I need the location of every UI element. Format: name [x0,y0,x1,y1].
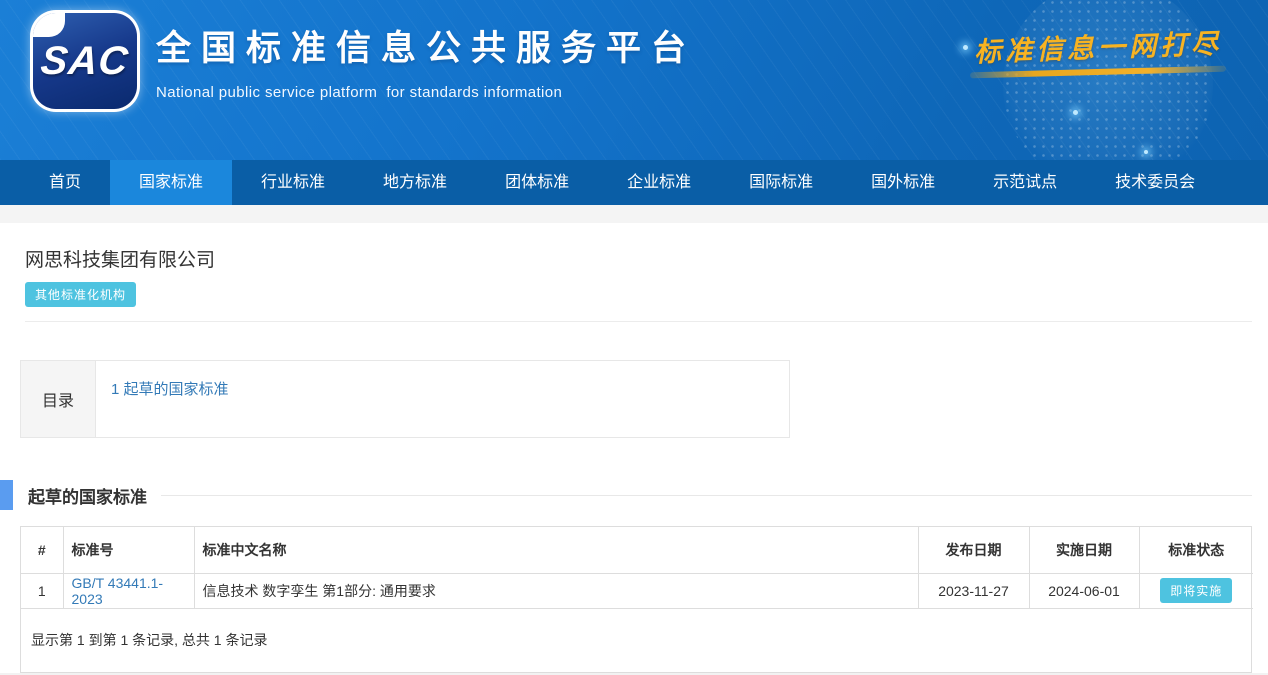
toc-label: 目录 [21,361,96,437]
slogan-text: 标准信息一网打尽 [973,22,1222,70]
nav-item-local-standards[interactable]: 地方标准 [354,160,476,205]
cell-impl-date: 2024-06-01 [1029,573,1139,608]
sac-logo-notch [33,13,65,37]
content-area: 网思科技集团有限公司 其他标准化机构 目录 1 起草的国家标准 起草的国家标准 … [0,223,1268,673]
column-header-std-no: 标准号 [63,527,194,573]
column-header-status: 标准状态 [1139,527,1253,573]
standards-table: # 标准号 标准中文名称 发布日期 实施日期 标准状态 1 GB/T 43441… [21,527,1253,609]
status-badge: 即将实施 [1160,578,1232,603]
sac-logo[interactable]: SAC [30,10,140,112]
table-header-row: # 标准号 标准中文名称 发布日期 实施日期 标准状态 [21,527,1253,573]
cell-std-name: 信息技术 数字孪生 第1部分: 通用要求 [194,573,918,608]
cell-status: 即将实施 [1139,573,1253,608]
standards-table-container: # 标准号 标准中文名称 发布日期 实施日期 标准状态 1 GB/T 43441… [20,526,1252,673]
site-header: SAC 全国标准信息公共服务平台 National public service… [0,0,1268,160]
sac-logo-text: SAC [39,39,131,84]
site-title-block: 全国标准信息公共服务平台 National public service pla… [156,20,696,101]
table-records-summary: 显示第 1 到第 1 条记录, 总共 1 条记录 [21,609,1251,672]
organization-type-badge: 其他标准化机构 [25,282,136,307]
sac-logo-inner: SAC [33,13,137,109]
cell-pub-date: 2023-11-27 [918,573,1029,608]
cell-std-no: GB/T 43441.1-2023 [63,573,194,608]
organization-name: 网思科技集团有限公司 [25,245,1268,272]
cell-index: 1 [21,573,63,608]
nav-item-group-standards[interactable]: 团体标准 [476,160,598,205]
divider [25,321,1252,322]
section-title: 起草的国家标准 [28,483,147,508]
nav-item-national-standards[interactable]: 国家标准 [110,160,232,205]
nav-item-technical-committee[interactable]: 技术委员会 [1086,160,1224,205]
nav-item-enterprise-standards[interactable]: 企业标准 [598,160,720,205]
glow-dot-decoration [1144,150,1148,154]
nav-item-home[interactable]: 首页 [20,160,110,205]
sub-nav-strip [0,205,1268,223]
site-subtitle: National public service platform for sta… [156,84,696,101]
section-marker [0,480,13,510]
column-header-index: # [21,527,63,573]
standard-number-link[interactable]: GB/T 43441.1-2023 [72,575,164,607]
nav-item-pilot-demo[interactable]: 示范试点 [964,160,1086,205]
section-header: 起草的国家标准 [0,480,1268,510]
toc-box: 目录 1 起草的国家标准 [20,360,790,438]
section-rule [161,495,1252,496]
nav-item-industry-standards[interactable]: 行业标准 [232,160,354,205]
slogan-block: 标准信息一网打尽 [970,26,1226,75]
site-title: 全国标准信息公共服务平台 [156,20,696,71]
column-header-name: 标准中文名称 [194,527,918,573]
glow-dot-decoration [963,45,968,50]
toc-link-drafted-standards[interactable]: 1 起草的国家标准 [111,381,229,398]
table-row: 1 GB/T 43441.1-2023 信息技术 数字孪生 第1部分: 通用要求… [21,573,1253,608]
toc-content: 1 起草的国家标准 [96,361,789,437]
column-header-impl-date: 实施日期 [1029,527,1139,573]
nav-item-international-standards[interactable]: 国际标准 [720,160,842,205]
glow-dot-decoration [1073,110,1078,115]
main-nav: 首页 国家标准 行业标准 地方标准 团体标准 企业标准 国际标准 国外标准 示范… [0,160,1268,205]
nav-item-foreign-standards[interactable]: 国外标准 [842,160,964,205]
column-header-pub-date: 发布日期 [918,527,1029,573]
